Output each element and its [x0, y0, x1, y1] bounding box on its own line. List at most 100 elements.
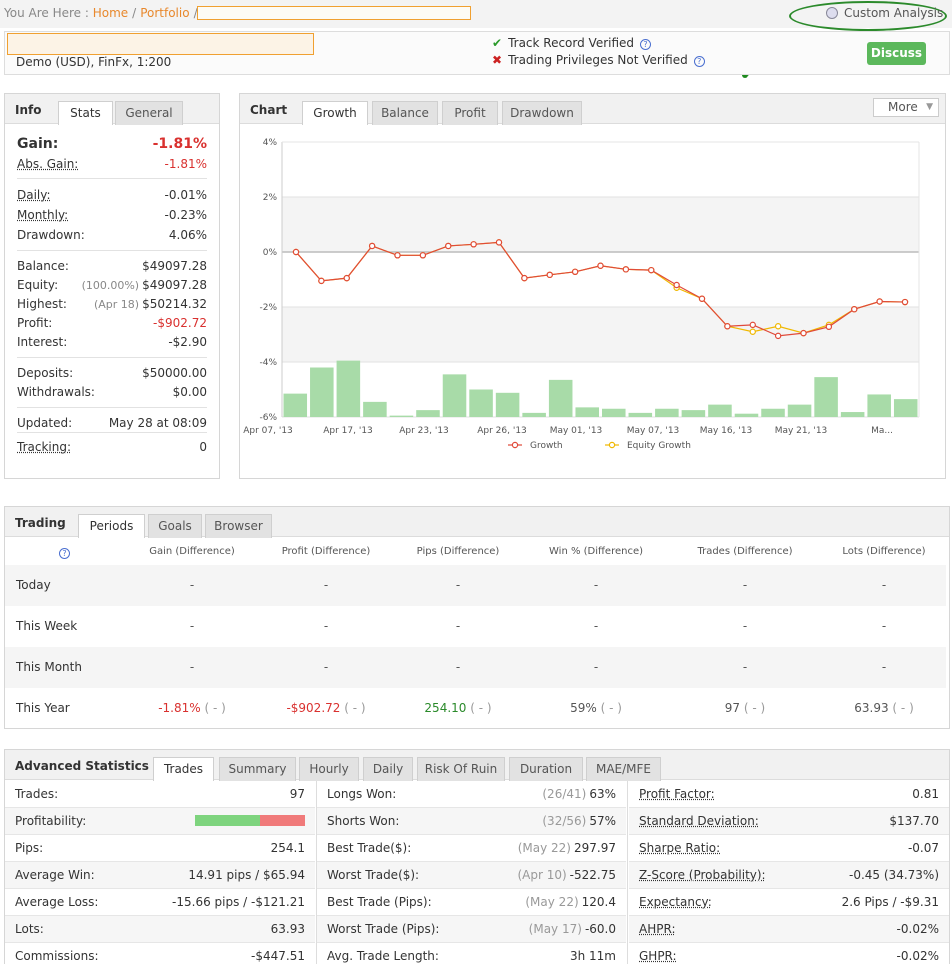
table-cell: - [594, 578, 598, 592]
volume-bar [496, 393, 520, 417]
chart-panel: Chart Growth Balance Profit Drawdown Mor… [239, 93, 946, 479]
tab-profit[interactable]: Profit [442, 101, 498, 125]
x-tick-label: May 07, '13 [627, 426, 680, 436]
breadcrumb-home-link[interactable]: Home [93, 6, 128, 20]
stat-label[interactable]: Profit Factor: [639, 787, 715, 801]
stat-row: Z-Score (Probability): -0.45 (34.73%) [629, 862, 949, 889]
col-header-trades: Trades (Difference) [697, 546, 792, 557]
more-dropdown[interactable]: More ▼ [873, 98, 939, 117]
stat-label[interactable]: Z-Score (Probability): [639, 868, 766, 882]
help-icon[interactable]: ? [640, 39, 651, 50]
stat-label[interactable]: Sharpe Ratio: [639, 841, 720, 855]
breadcrumb-portfolio-link[interactable]: Portfolio [140, 6, 189, 20]
y-tick-label: 2% [263, 193, 278, 203]
stat-value: (May 22) 120.4 [525, 895, 616, 909]
stat-label[interactable]: Standard Deviation: [639, 814, 759, 828]
col-header-gain: Gain (Difference) [149, 546, 235, 557]
tab-goals[interactable]: Goals [148, 514, 202, 538]
table-cell: - [324, 578, 328, 592]
tab-general[interactable]: General [115, 101, 183, 125]
updated-value: May 28 at 08:09 [109, 416, 207, 430]
tab-growth[interactable]: Growth [302, 101, 368, 125]
col-header-win: Win % (Difference) [549, 546, 643, 557]
data-point [826, 324, 831, 329]
daily-label[interactable]: Daily: [17, 188, 51, 202]
table-cell: 97 [725, 701, 740, 715]
stat-row: GHPR: -0.02% [629, 943, 949, 964]
help-icon[interactable]: ? [59, 548, 70, 559]
stat-value-text: 63% [589, 787, 616, 801]
stat-value-text: -0.45 (34.73%) [849, 868, 939, 882]
stat-note: (26/41) [542, 787, 586, 801]
legend-label: Equity Growth [627, 441, 691, 451]
tab-risk-of-ruin[interactable]: Risk Of Ruin [417, 757, 505, 781]
stat-row: Expectancy: 2.6 Pips / -$9.31 [629, 889, 949, 916]
difference-value: ( - ) [744, 701, 765, 715]
balance-row: Balance: $49097.28 [17, 259, 207, 277]
discuss-button[interactable]: Discuss [867, 42, 926, 65]
monthly-label[interactable]: Monthly: [17, 208, 68, 222]
equity-label: Equity: [17, 278, 58, 292]
tracking-row: Tracking: 0 [17, 440, 207, 458]
stat-value-text: 14.91 pips / $65.94 [188, 868, 305, 882]
stat-row: Longs Won: (26/41) 63% [317, 781, 626, 808]
difference-value: ( - ) [470, 701, 491, 715]
y-tick-label: 0% [263, 248, 278, 258]
tab-trades[interactable]: Trades [153, 757, 214, 781]
stat-value: -$447.51 [251, 949, 305, 963]
help-icon[interactable]: ? [694, 56, 705, 67]
col-header-lots: Lots (Difference) [842, 546, 925, 557]
track-record-status: ✔ Track Record Verified? [492, 36, 651, 50]
tab-balance[interactable]: Balance [372, 101, 438, 125]
stat-label[interactable]: GHPR: [639, 949, 677, 963]
custom-analysis-link[interactable]: Custom Analysis [826, 6, 943, 20]
tab-stats[interactable]: Stats [58, 101, 113, 125]
table-row: Today - - - - - - [5, 565, 946, 606]
data-point [344, 276, 349, 281]
row-label: This Week [16, 619, 77, 633]
tracking-label[interactable]: Tracking: [17, 440, 71, 454]
table-cell: - [456, 660, 460, 674]
redacted-account-name [197, 6, 471, 20]
tab-mae-mfe[interactable]: MAE/MFE [586, 757, 661, 781]
stat-value-text: 254.1 [271, 841, 305, 855]
tab-hourly[interactable]: Hourly [299, 757, 359, 781]
stat-label: Profitability: [15, 814, 86, 828]
data-point [699, 296, 704, 301]
track-record-label: Track Record Verified [508, 36, 634, 50]
deposits-row: Deposits: $50000.00 [17, 366, 207, 384]
custom-analysis-label: Custom Analysis [844, 6, 943, 20]
volume-bar [469, 390, 493, 418]
stat-row: Average Loss: -15.66 pips / -$121.21 [5, 889, 315, 916]
legend-marker [609, 442, 614, 447]
table-cell: - [882, 578, 886, 592]
stat-label: Lots: [15, 922, 44, 936]
table-cell: -$902.72 [286, 701, 340, 715]
abs-gain-label[interactable]: Abs. Gain: [17, 157, 78, 171]
volume-bar [522, 413, 546, 417]
table-cell: 63.93 [854, 701, 888, 715]
table-cell: 59% [570, 701, 597, 715]
stat-value: 0.81 [912, 787, 939, 801]
monthly-row: Monthly: -0.23% [17, 208, 207, 226]
data-point [496, 240, 501, 245]
analysis-icon [826, 7, 838, 19]
tab-drawdown[interactable]: Drawdown [502, 101, 582, 125]
stat-label[interactable]: AHPR: [639, 922, 675, 936]
row-label: Today [16, 578, 51, 592]
tab-duration[interactable]: Duration [509, 757, 583, 781]
x-tick-label: Ma... [871, 426, 893, 436]
stat-label[interactable]: Expectancy: [639, 895, 712, 909]
tab-browser[interactable]: Browser [205, 514, 272, 538]
tab-daily[interactable]: Daily [363, 757, 413, 781]
tab-periods[interactable]: Periods [78, 514, 145, 538]
difference-value: ( - ) [601, 701, 622, 715]
stat-label: Best Trade (Pips): [327, 895, 432, 909]
stat-value-text: -15.66 pips / -$121.21 [172, 895, 305, 909]
table-cell: - [456, 578, 460, 592]
stat-value-text: -0.02% [897, 949, 939, 963]
profit-row: Profit: -$902.72 [17, 316, 207, 334]
tab-summary[interactable]: Summary [219, 757, 296, 781]
table-row: This Month - - - - - - [5, 647, 946, 688]
volume-bar [708, 405, 732, 417]
